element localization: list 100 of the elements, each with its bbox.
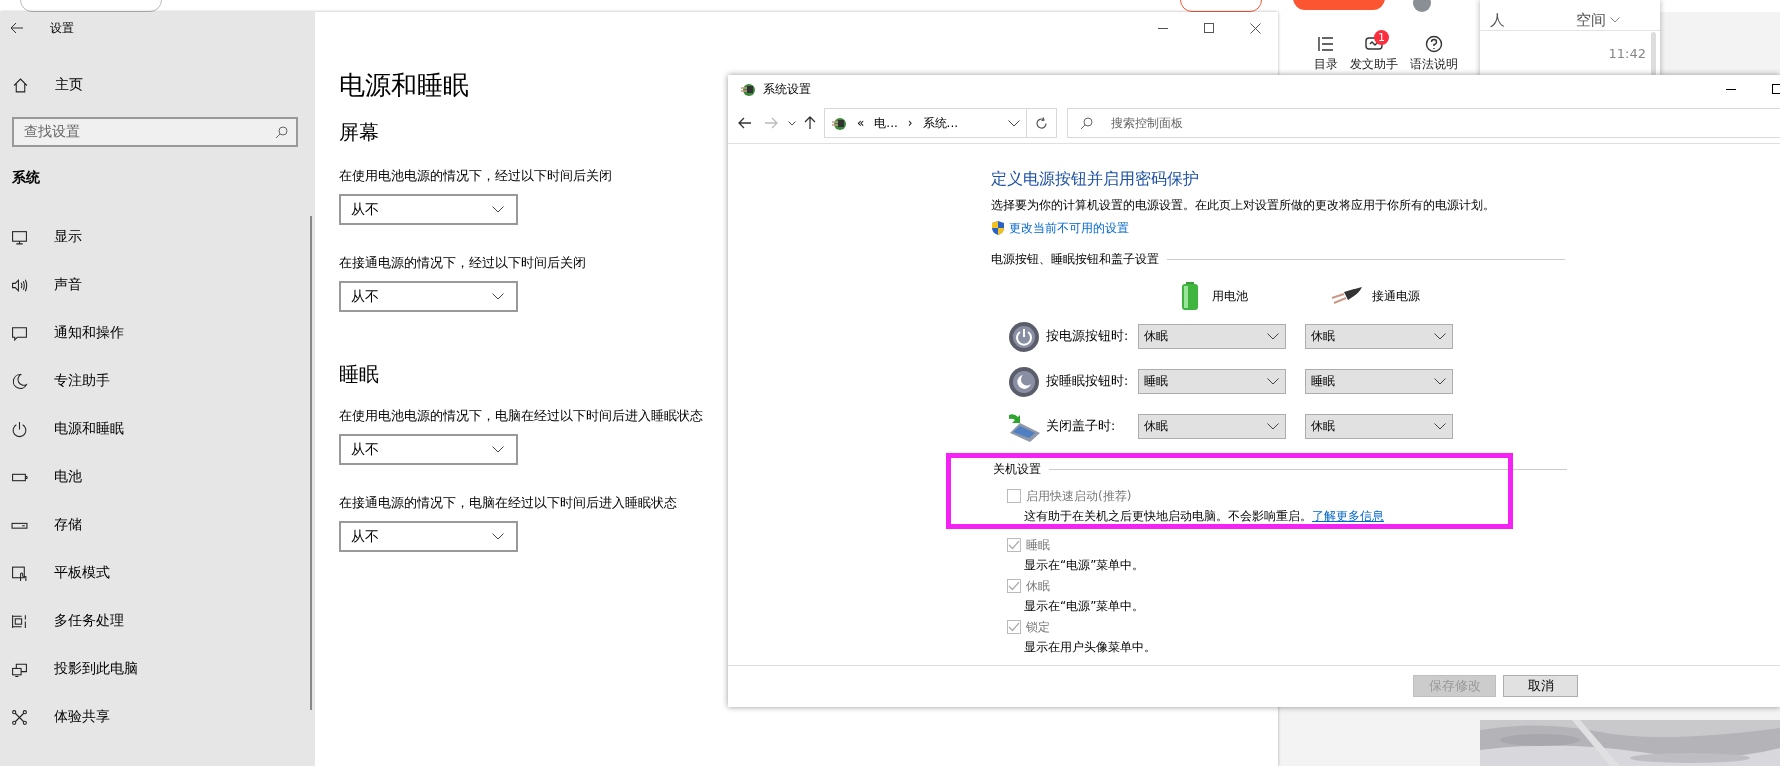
sidebar-item[interactable]: 通知和操作 bbox=[0, 309, 315, 357]
chevron-down-icon bbox=[1267, 423, 1279, 430]
sidebar-item[interactable]: 多任务处理 bbox=[0, 597, 315, 645]
moon-icon bbox=[11, 372, 28, 390]
chevron-down-icon bbox=[492, 206, 504, 213]
dropdown[interactable]: 从不 bbox=[339, 521, 518, 552]
search-icon bbox=[275, 125, 288, 139]
dropdown[interactable]: 从不 bbox=[339, 194, 518, 225]
cancel-button[interactable]: 取消 bbox=[1503, 675, 1578, 697]
refresh-button[interactable] bbox=[1027, 108, 1057, 138]
dropdown[interactable]: 睡眠 bbox=[1138, 369, 1286, 394]
sidebar-item[interactable]: 电池 bbox=[0, 453, 315, 501]
speaker-icon bbox=[11, 276, 28, 294]
minimize-icon bbox=[1158, 27, 1168, 29]
question-icon bbox=[1424, 34, 1444, 54]
multitask-icon bbox=[11, 612, 28, 630]
list-icon bbox=[1316, 34, 1336, 54]
option-label: 休眠 bbox=[1026, 577, 1050, 595]
dropdown[interactable]: 休眠 bbox=[1305, 414, 1453, 439]
count-badge: 1 bbox=[1374, 30, 1389, 45]
share-icon bbox=[11, 708, 28, 726]
section-heading: 睡眠 bbox=[339, 361, 379, 388]
toolbar-button[interactable]: 目录 bbox=[1314, 34, 1338, 73]
row-label: 按电源按钮时: bbox=[1046, 328, 1130, 345]
window-title: 系统设置 bbox=[763, 80, 811, 98]
chat-tab[interactable]: 空间 bbox=[1576, 10, 1620, 30]
chevron-down-icon bbox=[1434, 423, 1446, 430]
battery-icon bbox=[1180, 281, 1200, 311]
option-label: 启用快速启动(推荐) bbox=[1026, 487, 1132, 505]
sidebar-item[interactable]: 投影到此电脑 bbox=[0, 645, 315, 693]
chevron-down-icon bbox=[1267, 333, 1279, 340]
search-field[interactable]: 查找设置 bbox=[12, 117, 298, 147]
sidebar-item[interactable]: 存储 bbox=[0, 501, 315, 549]
section-heading: 屏幕 bbox=[339, 119, 379, 146]
chevron-down-icon bbox=[1434, 333, 1446, 340]
sidebar-item[interactable]: 电源和睡眠 bbox=[0, 405, 315, 453]
search-field[interactable]: 搜索控制面板 bbox=[1067, 108, 1780, 138]
row-label: 按睡眠按钮时: bbox=[1046, 373, 1130, 390]
moon-button-icon bbox=[1006, 365, 1042, 398]
row-label: 关闭盖子时: bbox=[1046, 418, 1117, 435]
refresh-icon bbox=[1035, 116, 1048, 130]
chat-tab[interactable]: 人 bbox=[1490, 10, 1505, 30]
back-arrow-icon[interactable] bbox=[738, 117, 752, 129]
chevron-down-icon bbox=[492, 446, 504, 453]
description: 选择要为你的计算机设置的电源设置。在此页上对设置所做的更改将应用于你所有的电源计划。 bbox=[991, 197, 1495, 214]
chevron-down-icon bbox=[492, 533, 504, 540]
dropdown[interactable]: 休眠 bbox=[1138, 414, 1286, 439]
maximize-icon bbox=[1772, 84, 1780, 94]
dropdown[interactable]: 休眠 bbox=[1305, 324, 1453, 349]
search-icon bbox=[1080, 116, 1093, 130]
message-time: 11:42 bbox=[1608, 46, 1646, 61]
scrollbar[interactable] bbox=[310, 216, 312, 710]
sidebar-item[interactable]: 专注助手 bbox=[0, 357, 315, 405]
sidebar-item[interactable]: 声音 bbox=[0, 261, 315, 309]
option-description: 显示在用户头像菜单中。 bbox=[1023, 639, 1156, 656]
sidebar-item[interactable]: 体验共享 bbox=[0, 693, 315, 741]
sidebar-item[interactable]: 显示 bbox=[0, 213, 315, 261]
column-header: 接通电源 bbox=[1372, 287, 1420, 305]
option-label: 睡眠 bbox=[1026, 536, 1050, 554]
app-icon bbox=[740, 81, 756, 97]
chevron-down-icon[interactable] bbox=[788, 120, 796, 126]
section-label: 关机设置 bbox=[993, 461, 1041, 478]
option-description: 显示在“电源”菜单中。 bbox=[1023, 557, 1145, 574]
dropdown[interactable]: 从不 bbox=[339, 281, 518, 312]
chevron-down-icon bbox=[1267, 378, 1279, 385]
dropdown[interactable]: 从不 bbox=[339, 434, 518, 465]
column-header: 用电池 bbox=[1212, 287, 1248, 305]
close-icon bbox=[1249, 22, 1261, 34]
scrollbar[interactable] bbox=[1651, 32, 1656, 76]
up-arrow-icon[interactable] bbox=[804, 116, 816, 130]
sidebar-item[interactable]: 平板模式 bbox=[0, 549, 315, 597]
page-heading: 定义电源按钮并启用密码保护 bbox=[991, 168, 1199, 190]
address-bar[interactable]: « 电... › 系统... bbox=[824, 108, 1027, 138]
setting-label: 在接通电源的情况下，经过以下时间后关闭 bbox=[339, 254, 586, 272]
section-label: 电源按钮、睡眠按钮和盖子设置 bbox=[991, 251, 1159, 268]
power-button-icon bbox=[1006, 320, 1042, 353]
section-label: 系统 bbox=[12, 168, 41, 187]
option-label: 锁定 bbox=[1026, 618, 1050, 636]
admin-link[interactable]: 更改当前不可用的设置 bbox=[1009, 219, 1129, 237]
setting-label: 在接通电源的情况下，电脑在经过以下时间后进入睡眠状态 bbox=[339, 494, 677, 512]
forward-arrow-icon[interactable] bbox=[764, 117, 778, 129]
maximize-icon bbox=[1204, 23, 1214, 33]
back-arrow-icon[interactable] bbox=[10, 22, 24, 34]
minimize-icon bbox=[1726, 88, 1736, 90]
dropdown[interactable]: 睡眠 bbox=[1305, 369, 1453, 394]
shield-icon bbox=[991, 220, 1005, 236]
chevron-down-icon bbox=[1610, 17, 1620, 23]
home-icon bbox=[12, 76, 29, 94]
dropdown[interactable]: 休眠 bbox=[1138, 324, 1286, 349]
page-title: 电源和睡眠 bbox=[339, 69, 469, 102]
window-title: 设置 bbox=[50, 19, 74, 37]
sidebar-item[interactable]: 主页 bbox=[0, 68, 315, 102]
toolbar-button[interactable]: 语法说明 bbox=[1410, 34, 1458, 73]
power-icon bbox=[11, 420, 28, 438]
speech-bubble-icon bbox=[11, 324, 28, 342]
option-description: 显示在“电源”菜单中。 bbox=[1023, 598, 1145, 615]
plug-icon bbox=[1330, 286, 1364, 306]
tablet-icon bbox=[11, 564, 28, 582]
setting-label: 在使用电池电源的情况下，电脑在经过以下时间后进入睡眠状态 bbox=[339, 407, 703, 425]
setting-label: 在使用电池电源的情况下，经过以下时间后关闭 bbox=[339, 167, 612, 185]
